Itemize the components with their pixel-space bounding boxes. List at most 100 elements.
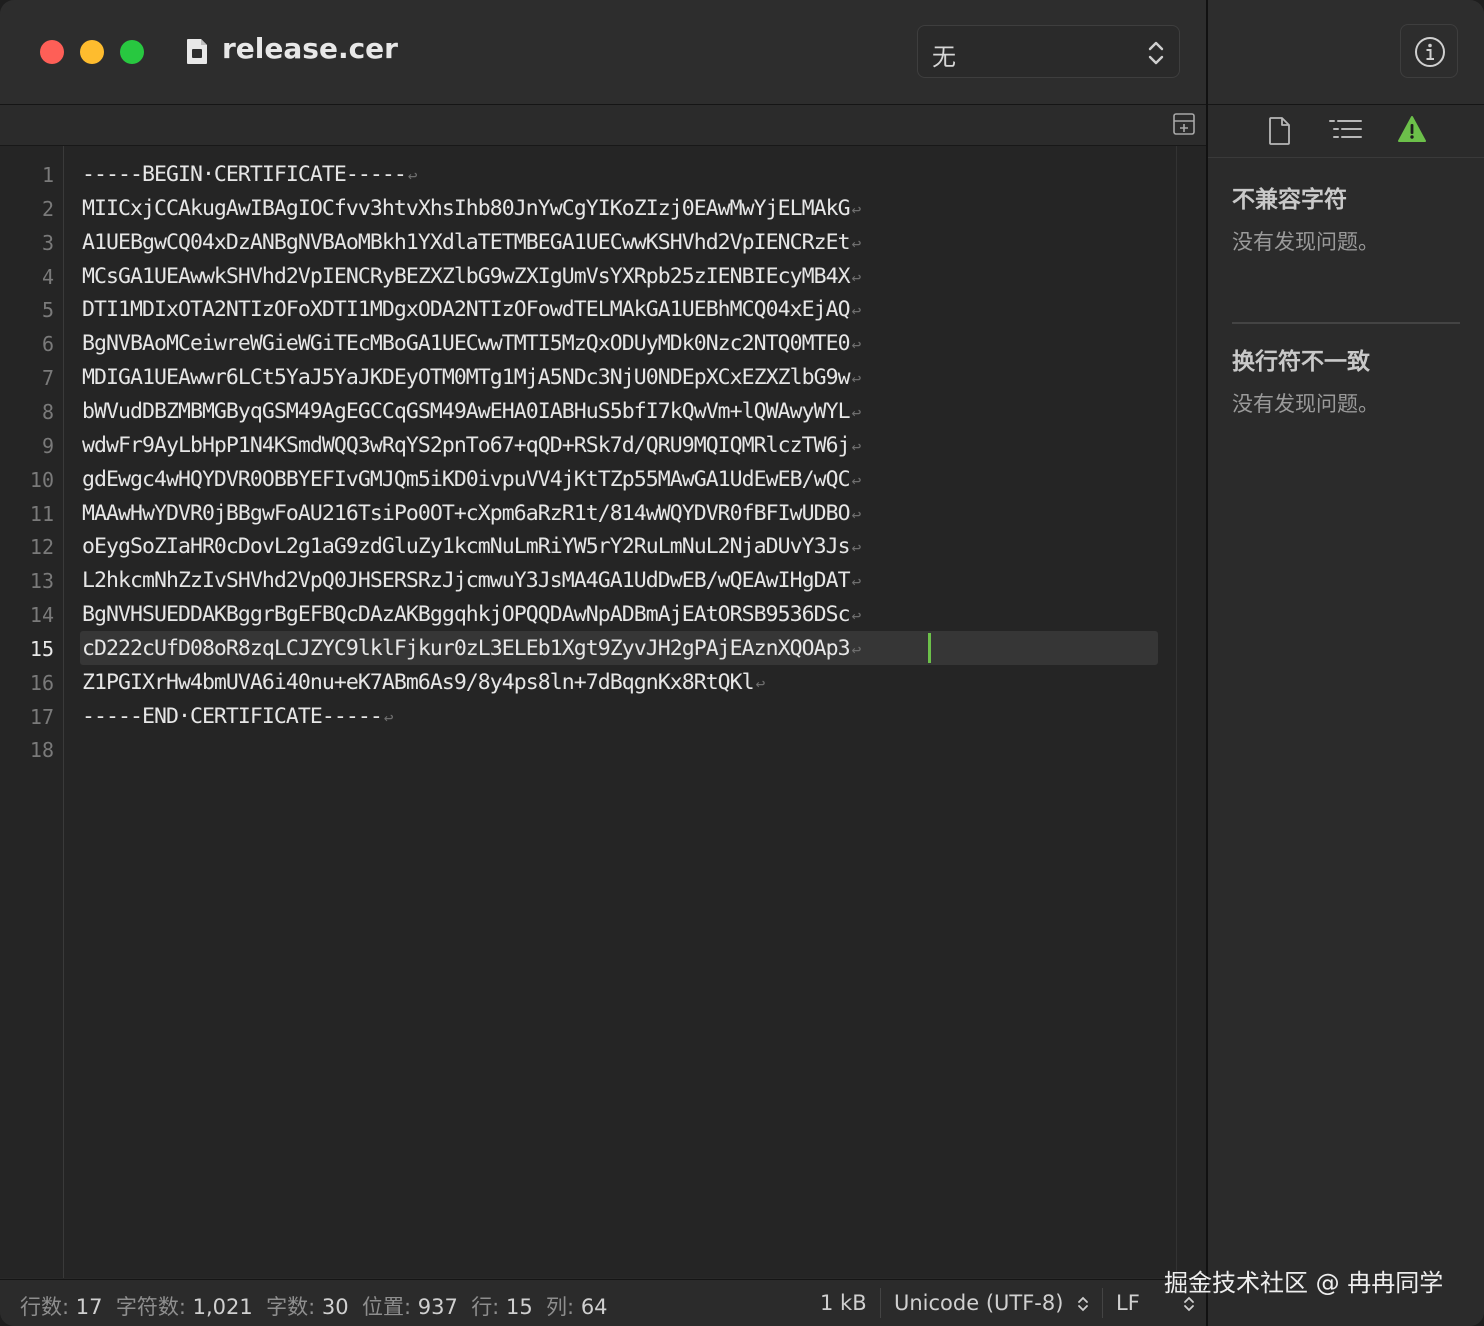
line-number: 15 <box>29 637 54 661</box>
code-line-text: BgNVHSUEDDAKBggrBgEFBQcDAzAKBggqhkjOPQQD… <box>82 602 851 627</box>
lines-label: 行数: <box>20 1295 70 1319</box>
code-line[interactable]: BgNVBAoMCeiwreWGieWGiTEcMBoGA1UECwwTMTI5… <box>82 327 861 362</box>
code-line[interactable]: wdwFr9AyLbHpP1N4KSmdWQQ3wRqYS2pnTo67+qQD… <box>82 429 861 464</box>
outline-list-icon[interactable] <box>1328 117 1364 143</box>
row-label: 行: <box>471 1295 500 1319</box>
document-icon <box>187 39 207 64</box>
line-break-marker-icon: ↩ <box>851 640 862 659</box>
split-editor-icon[interactable] <box>1173 113 1195 135</box>
status-divider <box>1102 1288 1103 1318</box>
code-line[interactable]: DTI1MDIxOTA2NTIzOFoXDTI1MDgxODA2NTIzOFow… <box>82 293 861 328</box>
inconsistent-line-endings-heading: 换行符不一致 <box>1232 349 1370 375</box>
line-break-marker-icon: ↩ <box>851 234 862 253</box>
code-line-text: Z1PGIXrHw4bmUVA6i40nu+eK7ABm6As9/8y4ps8l… <box>82 670 755 695</box>
code-line[interactable]: MAAwHwYDVR0jBBgwFoAU216TsiPo0OT+cXpm6aRz… <box>82 497 861 532</box>
code-line-text: L2hkcmNhZzIvSHVhd2VpQ0JHSERSRzJjcmwuY3Js… <box>82 568 851 593</box>
line-number: 16 <box>29 671 54 695</box>
row-value: 15 <box>505 1295 533 1319</box>
line-number: 10 <box>29 468 54 492</box>
position-label: 位置: <box>361 1295 412 1319</box>
words-label: 字数: <box>266 1295 316 1319</box>
code-line[interactable]: bWVudDBZMBMGByqGSM49AgEGCCqGSM49AwEHA0IA… <box>82 395 861 430</box>
code-line[interactable]: A1UEBgwCQ04xDzANBgNVBAoMBkh1YXdlaTETMBEG… <box>82 226 861 261</box>
code-line[interactable]: MCsGA1UEAwwkSHVhd2VpIENCRyBEZXZlbG9wZXIg… <box>82 260 861 295</box>
zoom-button[interactable] <box>120 40 144 64</box>
line-break-marker-icon: ↩ <box>383 708 394 727</box>
minimize-button[interactable] <box>80 40 104 64</box>
line-number: 7 <box>41 366 54 390</box>
line-number: 4 <box>41 265 54 289</box>
line-break-marker-icon: ↩ <box>851 437 862 456</box>
code-line-text: DTI1MDIxOTA2NTIzOFoXDTI1MDgxODA2NTIzOFow… <box>82 297 851 322</box>
position-value: 937 <box>417 1295 458 1319</box>
code-line[interactable]: Z1PGIXrHw4bmUVA6i40nu+eK7ABm6As9/8y4ps8l… <box>82 666 765 701</box>
line-number: 9 <box>41 434 54 458</box>
encoding-chevron-icon <box>1078 1296 1088 1312</box>
editor-window: release.cer 无 1 -----BEGIN·CERTIFICATE---… <box>0 0 1484 1326</box>
chars-label: 字符数: <box>115 1295 186 1319</box>
line-break-marker-icon: ↩ <box>755 674 766 693</box>
file-size: 1 kB <box>820 1291 867 1315</box>
info-icon <box>1415 37 1445 67</box>
inconsistent-line-endings-result: 没有发现问题。 <box>1232 392 1379 416</box>
inspector-tabs <box>1208 105 1484 158</box>
line-ending-select[interactable]: LF <box>1116 1291 1140 1315</box>
words-value: 30 <box>321 1295 349 1319</box>
code-line-text: bWVudDBZMBMGByqGSM49AgEGCCqGSM49AwEHA0IA… <box>82 399 851 424</box>
code-line[interactable]: -----BEGIN·CERTIFICATE----- ↩ <box>82 158 417 193</box>
code-line-text: A1UEBgwCQ04xDzANBgNVBAoMBkh1YXdlaTETMBEG… <box>82 230 851 255</box>
syntax-style-value: 无 <box>932 43 956 71</box>
info-button[interactable] <box>1400 24 1458 78</box>
incompatible-chars-result: 没有发现问题。 <box>1232 230 1379 254</box>
window-title: release.cer <box>222 32 398 65</box>
code-line-text: MIICxjCCAkugAwIBAgIOCfvv3htvXhsIhb80JnYw… <box>82 196 851 221</box>
line-number: 12 <box>29 535 54 559</box>
syntax-style-select[interactable]: 无 <box>917 25 1180 78</box>
line-break-marker-icon: ↩ <box>851 572 862 591</box>
code-line-text: -----BEGIN·CERTIFICATE----- <box>82 162 407 187</box>
watermark: 掘金技术社区 @ 冉冉同学 <box>1164 1269 1444 1297</box>
line-break-marker-icon: ↩ <box>851 268 862 287</box>
line-number: 8 <box>41 400 54 424</box>
line-number: 17 <box>29 705 54 729</box>
close-button[interactable] <box>40 40 64 64</box>
line-break-marker-icon: ↩ <box>851 369 862 388</box>
code-line[interactable]: oEygSoZIaHR0cDovL2g1aG9zdGluZy1kcmNuLmRi… <box>82 530 861 565</box>
document-inspector-icon[interactable] <box>1268 116 1292 146</box>
line-number: 13 <box>29 569 54 593</box>
encoding-select[interactable]: Unicode (UTF-8) <box>894 1291 1063 1315</box>
code-line[interactable]: MIICxjCCAkugAwIBAgIOCfvv3htvXhsIhb80JnYw… <box>82 192 861 227</box>
code-line-text: wdwFr9AyLbHpP1N4KSmdWQQ3wRqYS2pnTo67+qQD… <box>82 433 851 458</box>
line-break-marker-icon: ↩ <box>851 335 862 354</box>
inspector-pane <box>1208 158 1484 1326</box>
text-caret <box>928 633 931 663</box>
line-number: 3 <box>41 231 54 255</box>
code-line[interactable]: gdEwgc4wHQYDVR0OBBYEFIvGMJQm5iKD0ivpuVV4… <box>82 463 861 498</box>
code-line-text: BgNVBAoMCeiwreWGieWGiTEcMBoGA1UECwwTMTI5… <box>82 331 851 356</box>
encoding-value: Unicode (UTF-8) <box>894 1291 1064 1315</box>
column-value: 64 <box>580 1295 608 1319</box>
page-guide <box>1176 146 1177 1278</box>
inspector-divider <box>1232 322 1460 324</box>
line-break-marker-icon: ↩ <box>851 505 862 524</box>
code-line[interactable]: L2hkcmNhZzIvSHVhd2VpQ0JHSERSRzJjcmwuY3Js… <box>82 564 861 599</box>
column-label: 列: <box>546 1295 575 1319</box>
line-number: 1 <box>41 163 54 187</box>
code-line[interactable]: cD222cUfD08oR8zqLCJZYC9lklFjkur0zL3ELEb1… <box>82 632 861 667</box>
code-line[interactable]: BgNVHSUEDDAKBggrBgEFBQcDAzAKBggqhkjOPQQD… <box>82 598 861 633</box>
chars-value: 1,021 <box>192 1295 253 1319</box>
line-break-marker-icon: ↩ <box>851 471 862 490</box>
code-line-text: gdEwgc4wHQYDVR0OBBYEFIvGMJQm5iKD0ivpuVV4… <box>82 467 851 492</box>
line-ending-value: LF <box>1116 1291 1140 1315</box>
line-number: 11 <box>29 502 54 526</box>
line-break-marker-icon: ↩ <box>851 606 862 625</box>
warnings-icon[interactable] <box>1397 115 1427 143</box>
code-line[interactable]: MDIGA1UEAwwr6LCt5YaJ5YaJKDEyOTM0MTg1MjA5… <box>82 361 861 396</box>
line-break-marker-icon: ↩ <box>851 200 862 219</box>
code-line-text: -----END·CERTIFICATE----- <box>82 704 383 729</box>
incompatible-chars-heading: 不兼容字符 <box>1232 187 1347 213</box>
code-line-text: oEygSoZIaHR0cDovL2g1aG9zdGluZy1kcmNuLmRi… <box>82 534 851 559</box>
navigation-bar <box>0 105 1206 146</box>
code-line[interactable]: -----END·CERTIFICATE----- ↩ <box>82 700 394 735</box>
code-line-text: MAAwHwYDVR0jBBgwFoAU216TsiPo0OT+cXpm6aRz… <box>82 501 851 526</box>
